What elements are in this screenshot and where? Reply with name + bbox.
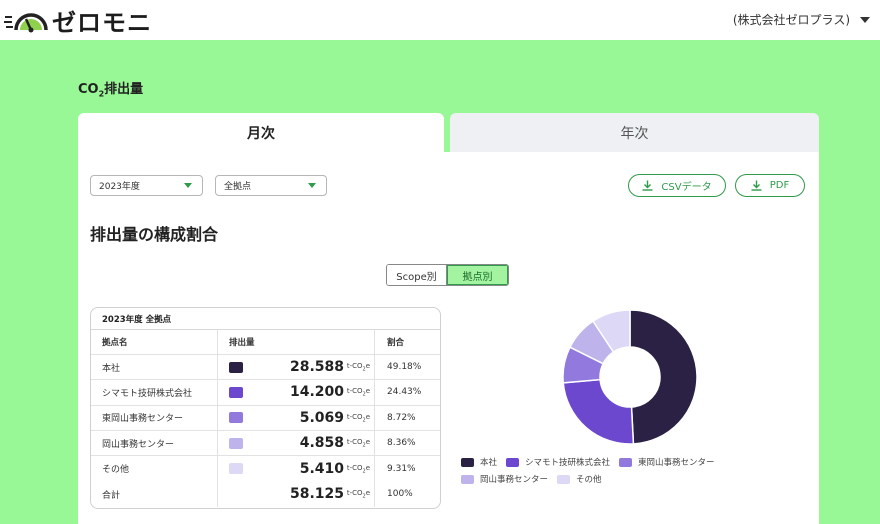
legend-item: 東岡山事務センター: [619, 456, 715, 468]
site-name: 東岡山事務センター: [91, 405, 218, 430]
download-icon: [751, 180, 762, 191]
toggle-site[interactable]: 拠点別: [447, 265, 508, 285]
unit-label: t-CO2e: [346, 463, 370, 475]
legend-swatch: [619, 457, 633, 467]
share-value: 8.36%: [387, 438, 416, 449]
legend-swatch: [557, 474, 571, 484]
emissions-cell: 28.588 t-CO2e: [218, 355, 375, 380]
site-name: 岡山事務センター: [91, 430, 218, 456]
header-site: 拠点名: [91, 330, 218, 354]
chart-legend: 本社 シマモト技研株式会社 東岡山事務センター岡山事務センター その他: [461, 456, 811, 485]
donut-chart: [562, 310, 698, 445]
header-share: 割合: [387, 338, 405, 348]
unit-label: t-CO2e: [346, 488, 370, 500]
site-name: 本社: [91, 355, 218, 380]
legend-swatch: [506, 457, 520, 467]
download-icon: [642, 180, 653, 191]
total-share: 100%: [387, 489, 413, 500]
table-row: 岡山事務センター 4.858 t-CO2e 8.36%: [91, 430, 440, 457]
total-emissions-cell: 58.125 t-CO2e: [218, 481, 375, 507]
color-swatch: [229, 412, 243, 424]
emissions-cell: 5.069 t-CO2e: [218, 405, 375, 430]
share-value: 8.72%: [387, 412, 416, 423]
emissions-table: 2023年度 全拠点 拠点名 排出量 割合 本社 28.588 t-CO2e 49.1…: [90, 307, 441, 509]
table-header-row: 拠点名 排出量 割合: [91, 330, 440, 355]
emissions-value: 28.588: [289, 359, 344, 376]
legend-label: 岡山事務センター: [480, 475, 549, 485]
legend-label: その他: [576, 475, 602, 485]
tab-monthly[interactable]: 月次: [78, 113, 444, 153]
company-name: (株式会社ゼロプラス): [732, 13, 850, 27]
donut-slice[interactable]: [629, 310, 698, 445]
color-swatch: [229, 386, 243, 398]
company-menu[interactable]: (株式会社ゼロプラス): [733, 11, 870, 28]
page-title: CO2排出量: [78, 82, 144, 99]
legend-label: シマモト技研株式会社: [525, 458, 611, 468]
caret-down-icon: [860, 16, 870, 23]
share-value: 24.43%: [387, 387, 422, 398]
toggle-scope[interactable]: Scope別: [387, 265, 447, 285]
unit-label: t-CO2e: [346, 361, 370, 373]
emissions-value: 4.858: [299, 435, 344, 452]
emissions-value: 5.069: [299, 409, 344, 426]
emissions-value: 5.410: [299, 460, 344, 477]
tab-yearly[interactable]: 年次: [450, 113, 819, 153]
chevron-down-icon: [184, 183, 192, 188]
table-row: その他 5.410 t-CO2e 9.31%: [91, 456, 440, 482]
speedometer-logo-icon: [4, 13, 48, 33]
table-row: 本社 28.588 t-CO2e 49.18%: [91, 355, 440, 381]
share-value: 49.18%: [387, 362, 422, 373]
chevron-down-icon: [308, 183, 316, 188]
csv-download-button[interactable]: CSVデータ: [628, 174, 726, 197]
site-name: シマモト技研株式会社: [91, 380, 218, 405]
table-total-row: 合計 58.125 t-CO2e 100%: [91, 481, 440, 507]
emissions-value: 14.200: [289, 384, 344, 401]
logo[interactable]: ゼロモニ: [4, 4, 152, 37]
total-value: 58.125: [289, 486, 344, 503]
total-label: 合計: [91, 481, 218, 507]
unit-label: t-CO2e: [346, 387, 370, 398]
year-select[interactable]: 2023年度: [90, 175, 203, 196]
legend-swatch: [461, 474, 474, 484]
legend-item: 本社: [461, 456, 497, 468]
emissions-cell: 4.858 t-CO2e: [218, 430, 375, 456]
top-bar: ゼロモニ (株式会社ゼロプラス): [0, 0, 880, 40]
share-value: 9.31%: [387, 463, 416, 474]
emissions-cell: 14.200 t-CO2e: [218, 380, 375, 405]
legend-item: シマモト技研株式会社: [506, 456, 610, 468]
pdf-download-button[interactable]: PDF: [735, 174, 805, 197]
unit-label: t-CO2e: [346, 412, 370, 423]
legend-item: その他: [557, 473, 602, 485]
table-row: 東岡山事務センター 5.069 t-CO2e 8.72%: [91, 405, 440, 431]
unit-label: t-CO2e: [346, 437, 370, 449]
emissions-cell: 5.410 t-CO2e: [218, 456, 375, 482]
legend-item: 岡山事務センター: [461, 473, 548, 485]
site-name: その他: [91, 456, 218, 482]
color-swatch: [229, 463, 243, 475]
legend-label: 本社: [480, 458, 498, 468]
color-swatch: [229, 437, 243, 449]
breakdown-toggle: Scope別 拠点別: [386, 264, 509, 286]
site-select[interactable]: 全拠点: [215, 175, 327, 196]
section-title: 排出量の構成割合: [90, 225, 219, 244]
color-swatch: [229, 361, 243, 373]
legend-label: 東岡山事務センター: [638, 458, 715, 468]
header-emissions: 排出量: [218, 330, 375, 354]
legend-swatch: [461, 457, 474, 467]
donut-slice[interactable]: [562, 378, 635, 445]
logo-text: ゼロモニ: [52, 8, 152, 37]
table-caption: 2023年度 全拠点: [91, 308, 440, 330]
table-row: シマモト技研株式会社 14.200 t-CO2e 24.43%: [91, 380, 440, 406]
